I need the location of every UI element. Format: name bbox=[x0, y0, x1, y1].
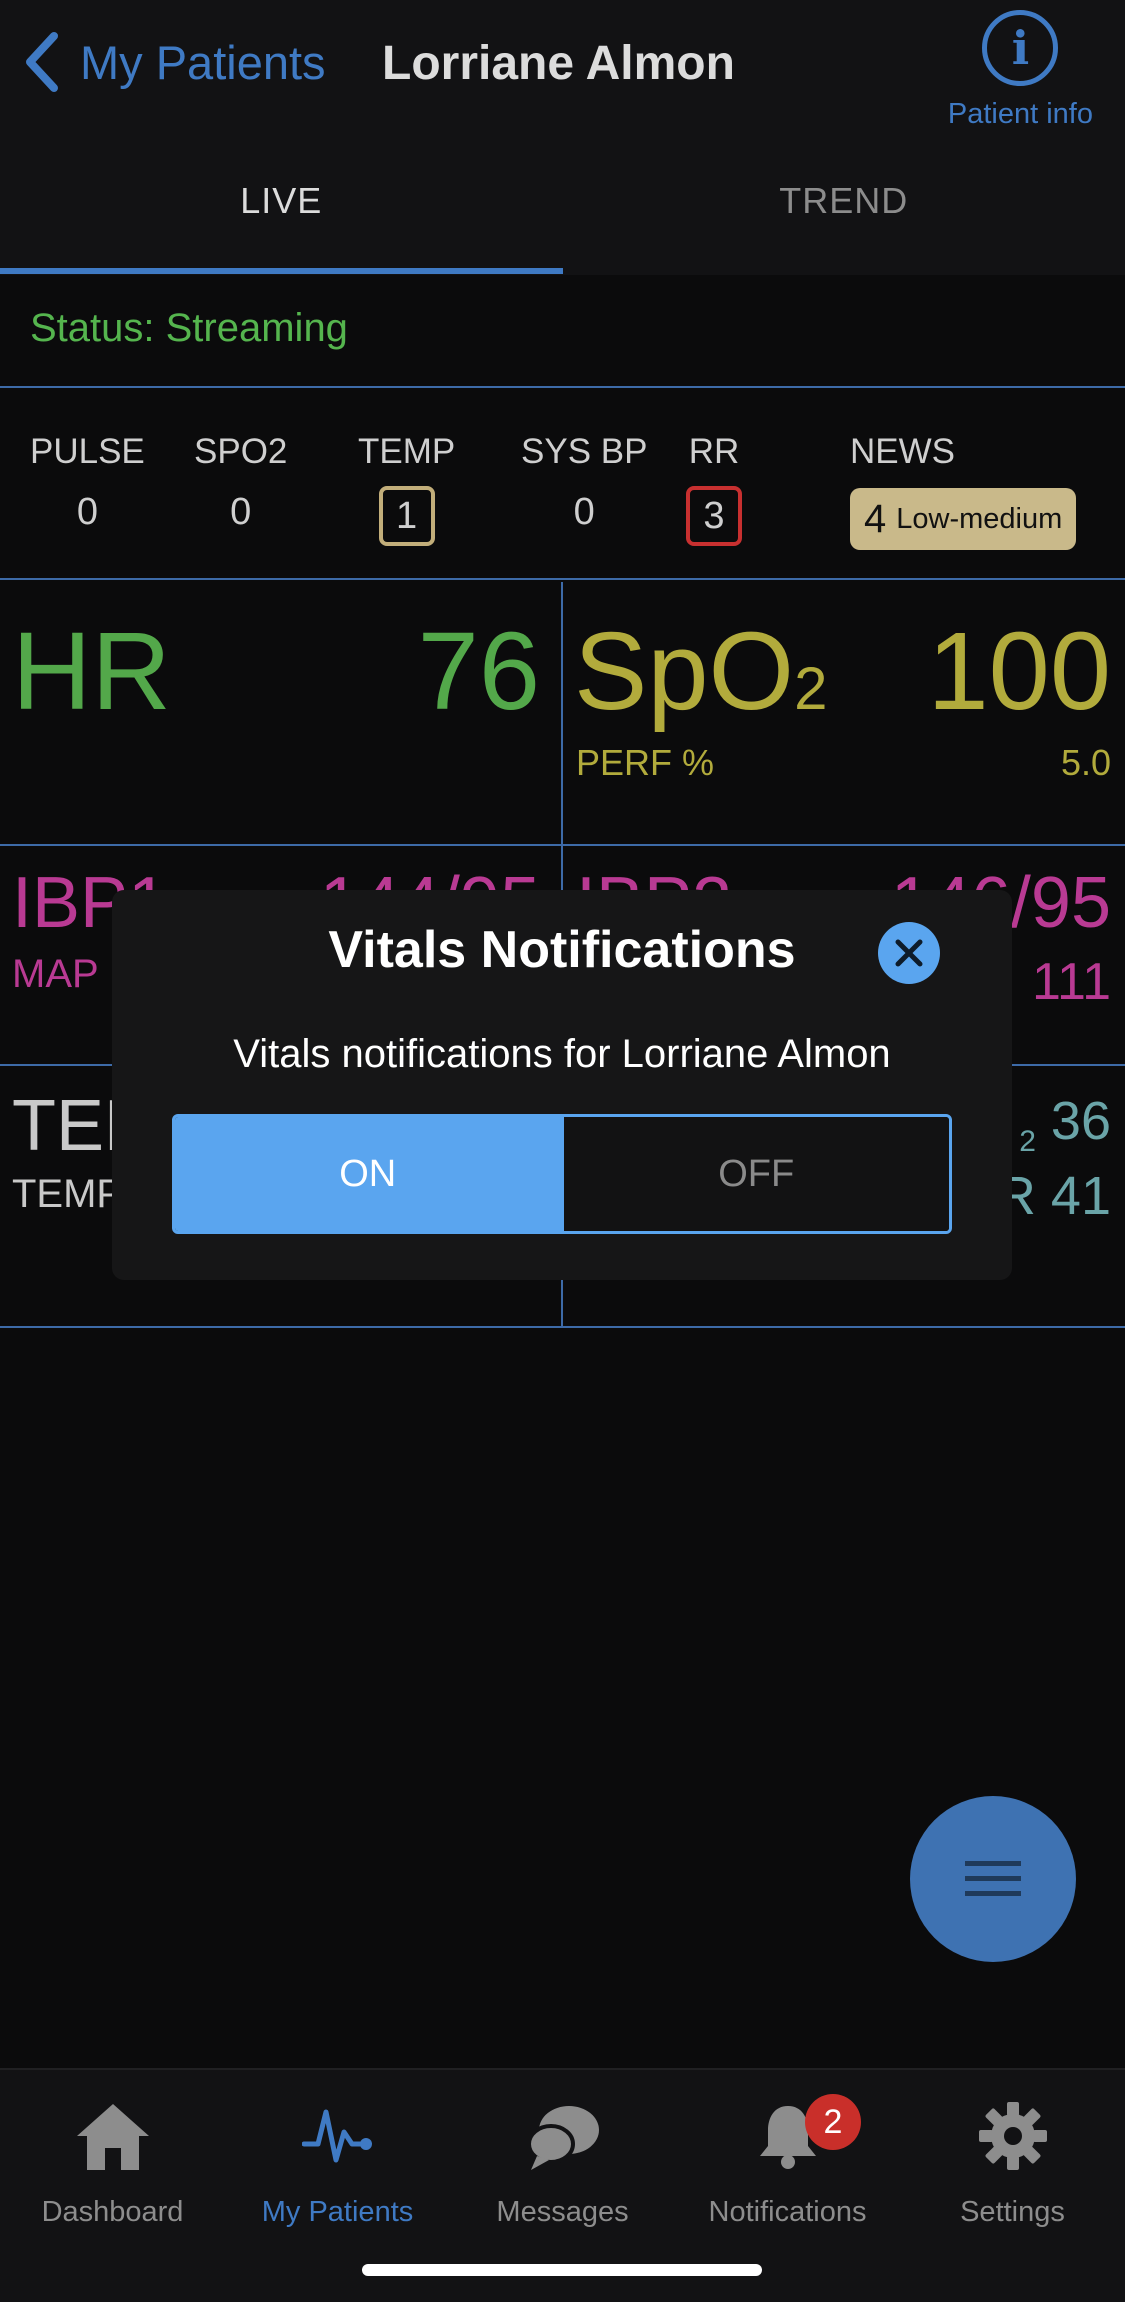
tab-trend[interactable]: TREND bbox=[563, 140, 1125, 275]
co2-subscript: 2 bbox=[1019, 1124, 1036, 1158]
map-label: MAP bbox=[12, 952, 99, 996]
tab-live[interactable]: LIVE bbox=[0, 140, 563, 275]
hr-label: HR bbox=[12, 610, 171, 733]
active-tab-indicator bbox=[0, 268, 563, 274]
dialog-title: Vitals Notifications bbox=[328, 921, 796, 979]
nav-notifications[interactable]: 2 Notifications bbox=[675, 2094, 900, 2229]
score-spo2: SPO2 0 bbox=[194, 432, 287, 546]
toggle-on-button[interactable]: ON bbox=[175, 1117, 561, 1231]
rr-value: R 41 bbox=[996, 1166, 1111, 1226]
chevron-left-icon bbox=[26, 32, 58, 92]
home-icon bbox=[76, 2104, 149, 2170]
score-label: TEMP bbox=[358, 432, 456, 471]
score-value: 3 bbox=[686, 486, 742, 546]
score-value: 1 bbox=[378, 486, 435, 546]
news-score-value: 4 bbox=[864, 496, 887, 541]
nav-label: Dashboard bbox=[41, 2196, 184, 2228]
score-value: 0 bbox=[76, 491, 98, 533]
close-button[interactable] bbox=[878, 922, 940, 984]
nav-label: Notifications bbox=[708, 2196, 867, 2228]
score-pulse: PULSE 0 bbox=[30, 432, 145, 546]
co2-value: 2 36 bbox=[1019, 1090, 1111, 1159]
spo2-subscript: 2 bbox=[794, 655, 828, 722]
info-icon: i bbox=[982, 10, 1059, 86]
nav-dashboard[interactable]: Dashboard bbox=[0, 2094, 225, 2229]
menu-fab-button[interactable] bbox=[910, 1796, 1076, 1962]
grid-divider bbox=[0, 844, 1125, 846]
news-score: NEWS 4 Low-medium bbox=[850, 432, 1077, 550]
page-title: Lorriane Almon bbox=[382, 37, 735, 90]
nav-label: My Patients bbox=[261, 2196, 414, 2228]
nav-messages[interactable]: Messages bbox=[450, 2094, 675, 2229]
gear-icon bbox=[978, 2102, 1047, 2170]
score-label: PULSE bbox=[30, 432, 145, 471]
news-scores-row: PULSE 0 SPO2 0 TEMP 1 SYS BP 0 RR 3 NEWS… bbox=[0, 390, 1125, 580]
news-badge: 4 Low-medium bbox=[850, 488, 1077, 550]
toggle-off-button[interactable]: OFF bbox=[560, 1117, 949, 1231]
hr-value: 76 bbox=[417, 610, 540, 733]
notifications-badge: 2 bbox=[805, 2094, 861, 2150]
temp-sub-label: TEMP bbox=[12, 1172, 124, 1216]
spo2-label-text: SpO bbox=[574, 610, 795, 733]
back-button[interactable]: My Patients bbox=[22, 30, 326, 94]
heartbeat-icon bbox=[301, 2109, 372, 2163]
vitals-notifications-dialog: Vitals Notifications Vitals notification… bbox=[112, 890, 1012, 1280]
news-label: NEWS bbox=[850, 432, 955, 471]
map2-value: 111 bbox=[1031, 953, 1111, 1011]
score-label: RR bbox=[688, 432, 740, 471]
grid-divider bbox=[0, 1326, 1125, 1328]
score-sys-bp: SYS BP 0 bbox=[521, 432, 647, 546]
notifications-toggle: ON OFF bbox=[172, 1114, 952, 1234]
dialog-message: Vitals notifications for Lorriane Almon bbox=[233, 1032, 891, 1076]
back-label: My Patients bbox=[80, 35, 326, 89]
patient-info-label: Patient info bbox=[947, 98, 1093, 130]
score-value: 0 bbox=[230, 491, 252, 533]
perf-value: 5.0 bbox=[1060, 742, 1111, 783]
score-label: SYS BP bbox=[521, 432, 648, 471]
spo2-value: 100 bbox=[927, 610, 1111, 733]
top-bar: My Patients Lorriane Almon i Patient inf… bbox=[0, 0, 1125, 140]
tab-bar: LIVE TREND bbox=[0, 140, 1125, 275]
score-rr: RR 3 bbox=[686, 432, 742, 546]
nav-my-patients[interactable]: My Patients bbox=[225, 2094, 450, 2229]
nav-label: Settings bbox=[960, 2196, 1065, 2228]
status-bar: Status: Streaming bbox=[0, 280, 1125, 388]
patient-info-button[interactable]: i Patient info bbox=[948, 10, 1093, 131]
close-icon bbox=[895, 939, 923, 967]
score-label: SPO2 bbox=[194, 432, 288, 471]
nav-label: Messages bbox=[496, 2196, 629, 2228]
menu-icon bbox=[965, 1861, 1021, 1896]
status-text: Status: Streaming bbox=[30, 306, 348, 350]
chat-icon bbox=[526, 2106, 599, 2170]
score-value: 0 bbox=[573, 491, 595, 533]
home-indicator bbox=[362, 2264, 762, 2276]
score-temp: TEMP 1 bbox=[358, 432, 455, 546]
nav-settings[interactable]: Settings bbox=[900, 2094, 1125, 2229]
news-level: Low-medium bbox=[896, 502, 1063, 535]
co2-number: 36 bbox=[1050, 1091, 1111, 1151]
spo2-label: SpO2 bbox=[574, 608, 827, 735]
perf-label: PERF % bbox=[576, 742, 715, 783]
